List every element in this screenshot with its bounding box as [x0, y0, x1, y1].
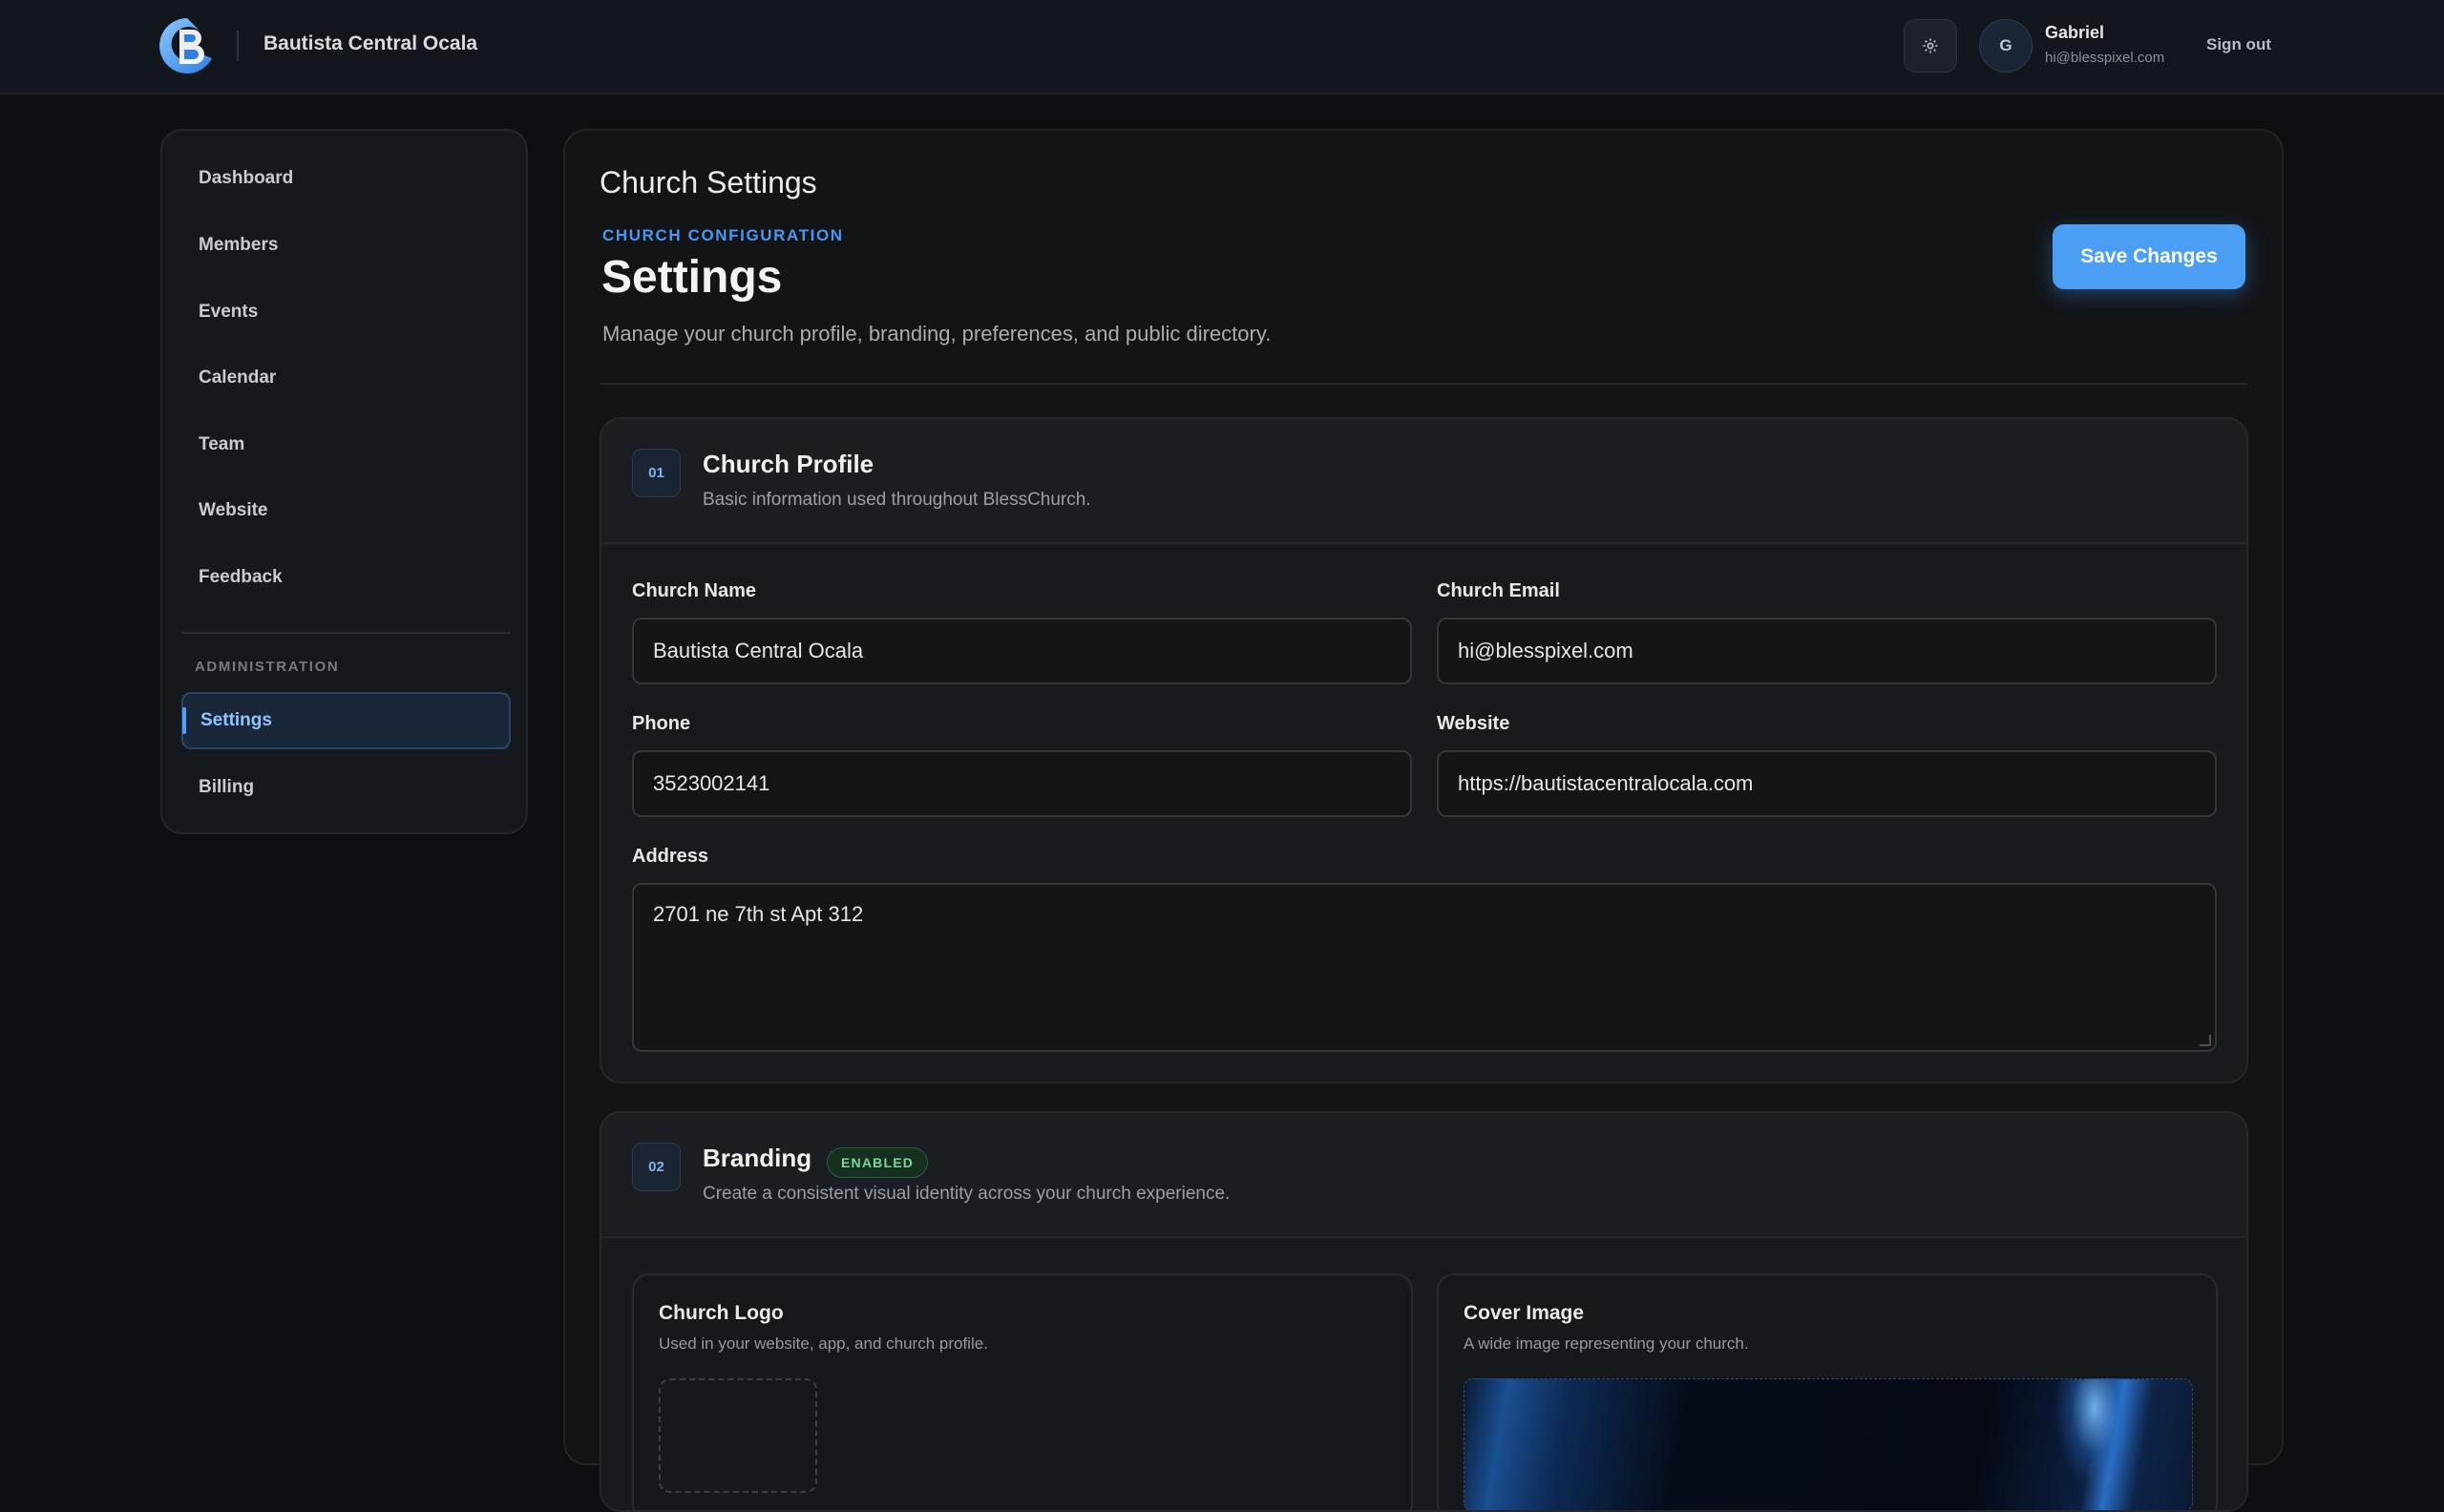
sidebar-item-feedback[interactable]: Feedback [181, 549, 511, 606]
top-bar: Bautista Central Ocala G Gabriel hi@bles… [0, 0, 2444, 94]
card-header: 02 Branding ENABLED Create a consistent … [601, 1113, 2246, 1238]
sidebar-item-events[interactable]: Events [181, 284, 511, 341]
church-name: Bautista Central Ocala [263, 32, 478, 54]
card-header: 01 Church Profile Basic information used… [601, 419, 2246, 544]
sidebar-item-billing[interactable]: Billing [181, 759, 511, 816]
phone-label: Phone [632, 713, 691, 734]
cover-image-preview[interactable] [1464, 1378, 2193, 1510]
card-title: Branding [703, 1144, 812, 1172]
page-eyebrow: CHURCH CONFIGURATION [602, 226, 844, 244]
church-name-label: Church Name [632, 580, 757, 601]
user-name: Gabriel [2045, 23, 2105, 42]
church-profile-card: 01 Church Profile Basic information used… [600, 417, 2248, 1083]
church-logo-icon[interactable] [158, 16, 214, 75]
card-description: Create a consistent visual identity acro… [703, 1184, 1231, 1204]
resize-handle[interactable] [2200, 1035, 2211, 1046]
address-textarea[interactable]: 2701 ne 7th st Apt 312 [632, 883, 2217, 1052]
gear-icon[interactable] [1904, 19, 1957, 73]
website-input[interactable]: https://bautistacentralocala.com [1437, 750, 2217, 817]
save-changes-button[interactable]: Save Changes [2053, 224, 2245, 289]
cover-panel-title: Cover Image [1464, 1302, 1585, 1324]
sidebar-item-members[interactable]: Members [181, 217, 511, 274]
header-divider [237, 31, 239, 61]
church-logo-panel: Church Logo Used in your website, app, a… [632, 1273, 1413, 1510]
logo-upload-dropzone[interactable] [659, 1378, 817, 1493]
logo-panel-title: Church Logo [659, 1302, 784, 1324]
sidebar-item-dashboard[interactable]: Dashboard [181, 150, 511, 207]
phone-input[interactable]: 3523002141 [632, 750, 1412, 817]
sidebar-item-settings[interactable]: Settings [181, 692, 511, 749]
church-email-label: Church Email [1437, 580, 1560, 601]
cover-image-panel: Cover Image A wide image representing yo… [1437, 1273, 2218, 1510]
card-description: Basic information used throughout BlessC… [703, 490, 1091, 510]
sign-out-button[interactable]: Sign out [2206, 35, 2271, 54]
page-header-title: Church Settings [600, 165, 817, 200]
sidebar-divider [181, 632, 511, 634]
step-badge: 02 [632, 1143, 681, 1191]
sidebar-item-calendar[interactable]: Calendar [181, 349, 511, 407]
branding-card: 02 Branding ENABLED Create a consistent … [600, 1111, 2248, 1512]
church-email-input[interactable]: hi@blesspixel.com [1437, 618, 2217, 684]
step-badge: 01 [632, 449, 681, 497]
address-label: Address [632, 846, 709, 867]
cover-panel-description: A wide image representing your church. [1464, 1334, 1749, 1353]
sidebar-item-team[interactable]: Team [181, 416, 511, 473]
church-name-input[interactable]: Bautista Central Ocala [632, 618, 1412, 684]
main-panel: Church Settings CHURCH CONFIGURATION Set… [563, 129, 2284, 1512]
logo-panel-description: Used in your website, app, and church pr… [659, 1334, 988, 1353]
page-subtitle: Manage your church profile, branding, pr… [602, 322, 1272, 346]
page-title: Settings [601, 252, 783, 303]
status-badge: ENABLED [827, 1147, 929, 1178]
sidebar: Dashboard Members Events Calendar Team W… [160, 129, 528, 834]
address-value: 2701 ne 7th st Apt 312 [653, 902, 864, 926]
header-divider [600, 383, 2247, 385]
card-title: Church Profile [703, 450, 874, 478]
user-email: hi@blesspixel.com [2045, 50, 2165, 66]
sidebar-item-website[interactable]: Website [181, 482, 511, 539]
avatar[interactable]: G [1979, 19, 2033, 73]
sidebar-section-label: ADMINISTRATION [195, 659, 340, 675]
website-label: Website [1437, 713, 1510, 734]
